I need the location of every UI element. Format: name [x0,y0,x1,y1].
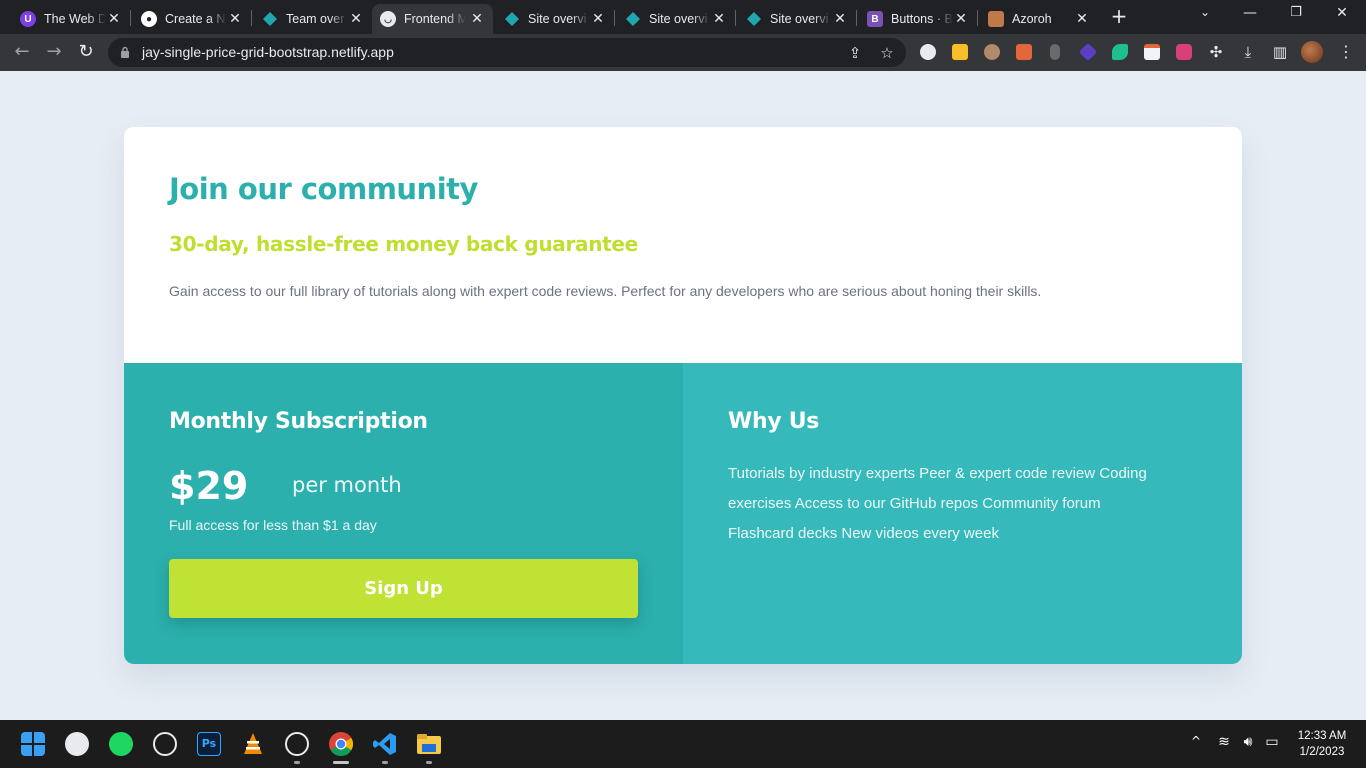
why-us-list: Tutorials by industry experts Peer & exp… [728,465,1147,542]
address-bar[interactable]: jay-single-price-grid-bootstrap.netlify.… [108,38,906,67]
share-icon[interactable]: ⇪ [846,44,864,62]
tab-separator [251,10,252,26]
vlc-icon[interactable] [241,732,265,756]
close-tab-icon[interactable]: ✕ [590,10,606,27]
vscode-icon[interactable] [373,732,397,756]
close-tab-icon[interactable]: ✕ [711,10,727,27]
bookmark-star-icon[interactable]: ☆ [878,44,896,62]
tab-search-icon[interactable]: ⌄ [1193,5,1217,19]
reload-icon[interactable]: ↻ [76,42,96,62]
guarantee-subtitle: 30-day, hassle-free money back guarantee [169,232,638,256]
sign-up-button[interactable]: Sign Up [169,559,638,618]
lock-icon [121,46,129,58]
browser-tab-strip: U The Web D ✕ ● Create a N ✕ Team over ✕… [0,0,1366,34]
browser-tab[interactable]: Site overvi ✕ [738,4,856,34]
browser-tab-active[interactable]: ◡ Frontend M ✕ [372,4,493,34]
close-tab-icon[interactable]: ✕ [469,10,485,27]
chevron-up-icon[interactable]: ^ [1186,734,1206,748]
close-tab-icon[interactable]: ✕ [953,10,969,27]
close-window-icon[interactable]: ✕ [1330,5,1354,21]
extensions-puzzle-icon[interactable]: ✣ [1207,43,1225,61]
wifi-icon[interactable]: ≋ [1214,734,1234,750]
extension-icon[interactable] [1112,44,1128,60]
subscription-section: Monthly Subscription $29 per month Full … [124,363,683,664]
close-tab-icon[interactable]: ✕ [348,10,364,27]
page-title: Join our community [169,172,478,206]
running-indicator [294,761,300,764]
frontend-mentor-icon: ◡ [380,11,396,27]
spotify-icon[interactable] [109,732,133,756]
photoshop-icon[interactable]: Ps [197,732,221,756]
browser-tab[interactable]: U The Web D ✕ [12,4,130,34]
pricing-card: Join our community 30-day, hassle-free m… [124,127,1242,664]
restore-icon[interactable]: ❐ [1284,5,1308,20]
extension-icon[interactable] [920,44,936,60]
close-tab-icon[interactable]: ✕ [227,10,243,27]
bootstrap-icon: B [867,11,883,27]
extension-icon[interactable] [1144,44,1160,60]
why-us-section: Why Us Tutorials by industry experts Pee… [683,363,1242,664]
the-web-dev-icon: U [20,11,36,27]
community-section: Join our community 30-day, hassle-free m… [124,127,1242,363]
minimize-icon[interactable]: — [1238,5,1262,21]
running-indicator [333,761,349,764]
profile-avatar[interactable] [1301,41,1323,63]
extension-icon[interactable] [1016,44,1032,60]
running-indicator [382,761,388,764]
volume-icon[interactable]: 🔊︎ [1238,734,1258,750]
forward-icon[interactable]: → [44,42,64,62]
close-tab-icon[interactable]: ✕ [832,10,848,27]
extension-icon[interactable] [952,44,968,60]
extension-icon[interactable] [1050,44,1060,60]
close-tab-icon[interactable]: ✕ [106,10,122,27]
netlify-icon [746,11,762,27]
browser-toolbar: ← → ↻ jay-single-price-grid-bootstrap.ne… [0,34,1366,71]
running-indicator [426,761,432,764]
browser-tab[interactable]: Azoroh ✕ [980,4,1098,34]
menu-kebab-icon[interactable]: ⋮ [1338,42,1354,62]
subscription-heading: Monthly Subscription [169,409,428,434]
clock-date: 1/2/2023 [1299,746,1345,758]
browser-tab[interactable]: Site overvi ✕ [617,4,735,34]
price-period: per month [292,473,402,497]
tab-separator [614,10,615,26]
taskbar: Ps ^ ≋ 🔊︎ ▭ 12:33 AM 1/2/2023 [0,720,1366,768]
browser-tab[interactable]: ● Create a N ✕ [133,4,251,34]
side-panel-icon[interactable]: ▥ [1271,43,1289,61]
download-icon[interactable]: ⤓ [1239,43,1257,61]
url-text: jay-single-price-grid-bootstrap.netlify.… [142,44,394,60]
clock-time: 12:33 AM [1297,730,1347,742]
new-tab-button[interactable]: + [1109,6,1129,26]
github-icon: ● [141,11,157,27]
tab-separator [130,10,131,26]
file-explorer-icon[interactable] [417,732,441,756]
browser-tab[interactable]: Site overvi ✕ [496,4,614,34]
battery-icon[interactable]: ▭ [1262,734,1282,750]
tab-separator [856,10,857,26]
tab-separator [735,10,736,26]
browser-tab[interactable]: Team over ✕ [254,4,372,34]
extension-icon[interactable] [984,44,1000,60]
back-icon[interactable]: ← [12,42,32,62]
browser-tab[interactable]: B Buttons · B ✕ [859,4,977,34]
azoroh-avatar-icon [988,11,1004,27]
search-app-icon[interactable] [153,732,177,756]
chrome-icon[interactable] [329,732,353,756]
netlify-icon [262,11,278,27]
netlify-icon [504,11,520,27]
extension-icon[interactable] [1176,44,1192,60]
obs-icon[interactable] [285,732,309,756]
windows-start-icon[interactable] [21,732,45,756]
close-tab-icon[interactable]: ✕ [1074,10,1090,27]
access-note: Full access for less than $1 a day [169,517,377,533]
app-icon[interactable] [65,732,89,756]
why-us-heading: Why Us [728,409,820,434]
tab-separator [977,10,978,26]
description-text: Gain access to our full library of tutor… [169,283,1042,299]
netlify-icon [625,11,641,27]
price-value: $29 [169,464,249,508]
system-clock[interactable]: 12:33 AM 1/2/2023 [1290,728,1354,760]
extension-icon[interactable] [1078,42,1098,62]
